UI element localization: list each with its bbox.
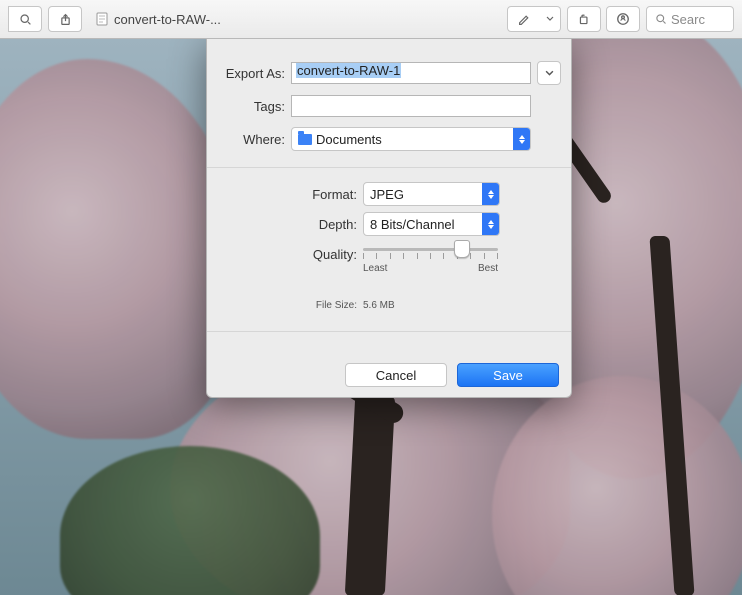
file-size-label: File Size: [207, 300, 363, 311]
info-button[interactable] [606, 6, 640, 32]
format-label: Format: [207, 187, 363, 202]
markup-dropdown[interactable] [540, 6, 561, 32]
format-select[interactable]: JPEG [363, 182, 500, 206]
cancel-button[interactable]: Cancel [345, 363, 447, 387]
file-size-value: 5.6 MB [363, 300, 395, 311]
markup-button[interactable] [507, 6, 541, 32]
toolbar-search[interactable]: Searc [646, 6, 734, 32]
image-viewport: Export As: convert-to-RAW-1 Tags: Where:… [0, 39, 742, 595]
format-value: JPEG [370, 187, 404, 202]
depth-value: 8 Bits/Channel [370, 217, 455, 232]
search-icon [655, 13, 667, 25]
save-label: Save [493, 368, 523, 383]
export-as-input[interactable]: convert-to-RAW-1 [291, 62, 531, 84]
quality-slider[interactable]: Least Best [363, 242, 498, 266]
export-dialog: Export As: convert-to-RAW-1 Tags: Where:… [206, 39, 572, 398]
tags-label: Tags: [207, 99, 291, 114]
zoom-button[interactable] [8, 6, 42, 32]
where-label: Where: [207, 132, 291, 147]
where-value: Documents [316, 132, 382, 147]
rotate-button[interactable] [567, 6, 601, 32]
window-toolbar: convert-to-RAW-... Searc [0, 0, 742, 39]
title-fragment: convert-to-RAW-... [114, 12, 221, 27]
quality-label: Quality: [207, 247, 363, 262]
share-button[interactable] [48, 6, 82, 32]
quality-max-label: Best [478, 263, 498, 274]
tags-input[interactable] [291, 95, 531, 117]
save-button[interactable]: Save [457, 363, 559, 387]
depth-select[interactable]: 8 Bits/Channel [363, 212, 500, 236]
export-as-label: Export As: [207, 66, 291, 81]
document-icon [96, 12, 108, 26]
depth-label: Depth: [207, 217, 363, 232]
quality-thumb[interactable] [454, 240, 470, 258]
cancel-label: Cancel [376, 368, 416, 383]
export-as-value: convert-to-RAW-1 [296, 63, 401, 78]
quality-min-label: Least [363, 263, 387, 274]
where-select[interactable]: Documents [291, 127, 531, 151]
folder-icon [298, 134, 312, 145]
expand-save-dialog-button[interactable] [537, 61, 561, 85]
search-placeholder: Searc [671, 12, 705, 27]
